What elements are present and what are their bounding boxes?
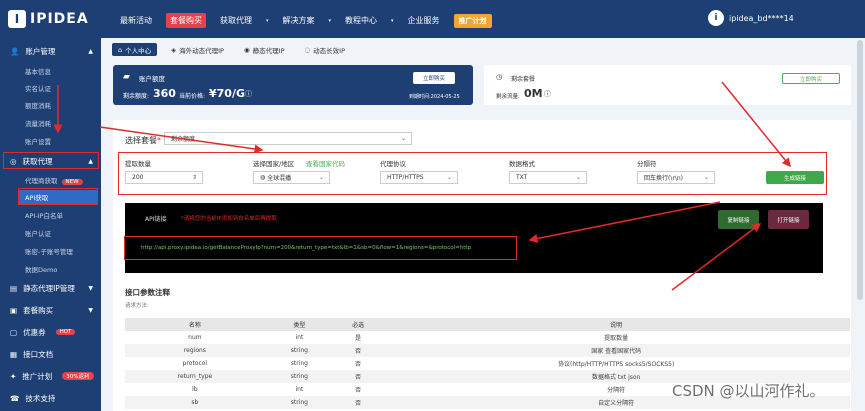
arrow-form <box>99 126 264 154</box>
annotation-arrows <box>53 81 791 291</box>
scrollbar[interactable] <box>857 40 863 300</box>
arrow-generate <box>721 81 791 168</box>
arrow-copy <box>671 223 762 291</box>
arrow-url <box>528 201 721 243</box>
watermark: CSDN @以山河作礼。 <box>672 382 825 400</box>
